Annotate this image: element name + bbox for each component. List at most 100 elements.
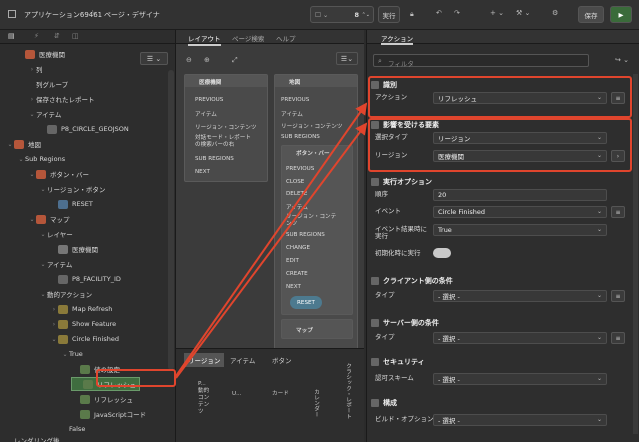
collapse-icon[interactable] [371, 358, 379, 366]
dynamic-actions-tab-icon[interactable]: ⚡ [34, 32, 39, 40]
section-header[interactable]: セキュリティ [371, 355, 633, 369]
tree-node[interactable]: ⌄ 地図 [6, 138, 41, 150]
property-action-button[interactable]: › [611, 150, 625, 162]
app-title[interactable]: アプリケーション69461 [24, 10, 102, 20]
tree-node[interactable]: False [61, 423, 85, 435]
section-header[interactable]: 構成 [371, 396, 633, 410]
tree-node[interactable]: リフレッシュ [72, 393, 133, 405]
region-card-iryou[interactable]: 医療機関 PREVIOUS アイテム リージョン・コンテンツ 対話モード・レポー… [184, 74, 268, 182]
rendering-tab-icon[interactable]: ▤ [8, 32, 15, 40]
tree-node[interactable]: 値の設定 [72, 363, 120, 375]
property-value[interactable]: True ⌄ [433, 224, 607, 236]
chevron-icon[interactable]: ⌄ [28, 171, 36, 178]
property-value[interactable]: - 選択 - ⌄ [433, 373, 607, 385]
tab-layout[interactable]: レイアウト [188, 33, 221, 46]
property-value[interactable]: Circle Finished ⌄ [433, 206, 607, 218]
chevron-icon[interactable]: ⌄ [39, 291, 47, 298]
collapse-icon[interactable] [371, 178, 379, 186]
collapse-icon[interactable] [371, 319, 379, 327]
tree-node[interactable]: ⌄ アイテム [28, 108, 61, 120]
tree-node[interactable]: P8_FACILITY_ID [50, 273, 121, 285]
tab-page-search[interactable]: ページ検索 [232, 33, 264, 43]
chevron-icon[interactable]: ⌄ [17, 156, 25, 163]
property-action-button[interactable]: ≡ [611, 332, 625, 344]
redo-icon[interactable]: ↷ [454, 9, 460, 17]
tab-action[interactable]: アクション [381, 33, 414, 45]
fit-icon[interactable]: ⤢ [232, 56, 238, 65]
property-value[interactable]: 20 [433, 189, 607, 201]
chevron-icon[interactable]: › [28, 66, 36, 73]
tree-node[interactable]: P8_CIRCLE_GEOJSON [39, 123, 129, 135]
property-action-button[interactable]: ≡ [611, 206, 625, 218]
chevron-icon[interactable]: › [50, 306, 58, 313]
section-header[interactable]: サーバー側の条件 [371, 316, 633, 330]
tree-node[interactable]: 医療機関 [50, 243, 98, 255]
property-value[interactable]: リフレッシュ ⌄ [433, 92, 607, 104]
chevron-icon[interactable]: ⌄ [6, 141, 14, 148]
property-action-button[interactable]: ≡ [611, 290, 625, 302]
gallery-item[interactable]: P... 動的コンテンツ [198, 381, 210, 416]
zoom-out-icon[interactable]: ⊖ [186, 56, 192, 64]
collapse-icon[interactable] [371, 121, 379, 129]
shared-components-icon[interactable]: ⚙ [552, 9, 558, 17]
gallery-item[interactable]: クラシック・レポート [344, 363, 352, 419]
tree-node[interactable]: ⌄ レイヤー [39, 228, 72, 240]
run-page-button[interactable]: ▶ [610, 6, 632, 23]
shared-tab-icon[interactable]: ◫ [72, 32, 79, 40]
collapse-icon[interactable] [371, 81, 379, 89]
chevron-icon[interactable]: ⌄ [39, 261, 47, 268]
section-header[interactable]: 識別 [371, 78, 633, 92]
tree-node[interactable]: › 保存されたレポート [28, 93, 95, 105]
tree-node[interactable]: ⌄ Sub Regions [17, 153, 65, 165]
chevron-icon[interactable]: › [28, 96, 36, 103]
tree-node[interactable]: RESET [50, 198, 93, 210]
property-value[interactable]: - 選択 - ⌄ [433, 332, 607, 344]
layout-menu-button[interactable]: ☰⌄ [336, 52, 358, 65]
tree-node[interactable]: ⌄ マップ [28, 213, 70, 225]
filter-input[interactable]: ⌕ フィルタ [373, 54, 589, 68]
region-card-chizu[interactable]: 地図 PREVIOUS アイテム リージョン・コンテンツ SUB REGIONS… [274, 74, 358, 370]
tree-node[interactable]: 列グループ [28, 78, 68, 90]
gallery-item[interactable]: カレンダー [312, 389, 320, 417]
chevron-icon[interactable]: ⌄ [61, 351, 69, 358]
section-header[interactable]: 影響を受ける要素 [371, 118, 633, 132]
region-card-button-bar[interactable]: ボタン・バー PREVIOUS CLOSE DELETE アイテム リージョン・… [281, 145, 353, 315]
tree-node[interactable]: リフレッシュ [71, 377, 140, 391]
tree-node[interactable]: › Map Refresh [50, 303, 112, 315]
tree-menu-button[interactable]: ☰ ⌄ [140, 52, 168, 65]
gallery-tab-button[interactable]: ボタン [272, 355, 292, 365]
chevron-icon[interactable]: ⌄ [39, 231, 47, 238]
reset-button-preview[interactable]: RESET [290, 296, 322, 309]
section-header[interactable]: クライアント側の条件 [371, 274, 633, 288]
page-selector[interactable]: ☐ ⌄ 8 ⌃⌄ [310, 6, 374, 23]
gallery-tab-item[interactable]: アイテム [230, 355, 255, 365]
chevron-icon[interactable]: ⌄ [28, 111, 36, 118]
chevron-icon[interactable]: ⌄ [50, 336, 58, 343]
tree-scrollbar[interactable] [168, 70, 174, 370]
property-value[interactable]: - 選択 - ⌄ [433, 290, 607, 302]
chevron-icon[interactable]: ⌄ [39, 186, 47, 193]
utilities-icon[interactable]: ⚒ ⌄ [516, 9, 530, 17]
property-value[interactable]: リージョン ⌄ [433, 132, 607, 144]
lock-icon[interactable]: 🔒︎ [410, 10, 414, 19]
region-card-map[interactable]: マップ [281, 319, 353, 339]
collapse-icon[interactable] [371, 399, 379, 407]
tree-node[interactable]: JavaScriptコード [72, 408, 146, 420]
chevron-icon[interactable]: › [50, 321, 58, 328]
gallery-item[interactable]: カード [272, 389, 289, 397]
tree-node[interactable]: ⌄ リージョン・ボタン [39, 183, 105, 195]
processing-tab-icon[interactable]: ⇵ [54, 32, 60, 40]
property-value[interactable]: - 選択 - ⌄ [433, 414, 607, 426]
run-button[interactable]: 実行 [378, 6, 400, 23]
gallery-tab-region[interactable]: リージョン [184, 353, 225, 367]
property-scrollbar[interactable] [633, 74, 638, 434]
create-menu-icon[interactable]: + ⌄ [490, 9, 504, 17]
collapse-icon[interactable] [371, 277, 379, 285]
tree-node[interactable]: ⌄ ボタン・バー [28, 168, 89, 180]
property-action-button[interactable]: ≡ [611, 92, 625, 104]
save-button[interactable]: 保存 [578, 6, 604, 23]
go-to-group-icon[interactable]: ↪ ⌄ [615, 56, 629, 64]
chevron-icon[interactable]: ⌄ [28, 216, 36, 223]
toggle-switch[interactable] [433, 248, 451, 258]
tree-node[interactable]: ⌄ True [61, 348, 82, 360]
